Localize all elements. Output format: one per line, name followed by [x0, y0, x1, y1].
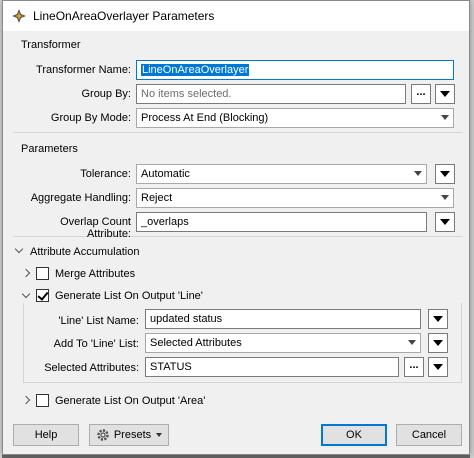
group-by-mode-value: Process At End (Blocking) — [141, 112, 269, 124]
tolerance-value: Automatic — [141, 168, 190, 180]
transformer-name-label: Transformer Name: — [36, 64, 131, 76]
gear-icon — [97, 429, 109, 441]
cancel-button[interactable]: Cancel — [396, 424, 462, 446]
transformer-name-input[interactable]: LineOnAreaOverlayer — [136, 60, 454, 80]
line-list-name-value: updated status — [150, 313, 223, 325]
chevron-down-icon — [414, 171, 422, 176]
tolerance-select[interactable]: Automatic — [136, 164, 427, 184]
collapse-chevron-icon[interactable] — [14, 244, 24, 254]
merge-attributes-checkbox[interactable] — [36, 267, 49, 280]
add-to-line-list-label: Add To 'Line' List: — [53, 338, 139, 350]
generate-area-list-label: Generate List On Output 'Area' — [55, 395, 206, 407]
background-canvas-right — [470, 0, 474, 458]
overlap-count-value: _overlaps — [141, 216, 189, 228]
group-by-menu-button[interactable] — [435, 84, 455, 104]
generate-line-list-label: Generate List On Output 'Line' — [55, 290, 203, 302]
dropdown-arrow-icon — [433, 364, 443, 370]
attribute-accumulation-label: Attribute Accumulation — [30, 246, 140, 258]
help-button[interactable]: Help — [13, 424, 79, 446]
parameters-section-label: Parameters — [21, 143, 78, 155]
ok-label: OK — [346, 429, 362, 441]
group-by-label: Group By: — [81, 88, 131, 100]
overlap-count-label: Overlap Count Attribute: — [60, 216, 131, 240]
dropdown-arrow-icon — [440, 91, 450, 97]
ellipsis-icon: ... — [409, 359, 419, 371]
tolerance-label: Tolerance: — [80, 168, 131, 180]
line-list-name-label: 'Line' List Name: — [58, 315, 139, 327]
merge-attributes-label: Merge Attributes — [55, 268, 136, 280]
ok-button[interactable]: OK — [321, 424, 387, 446]
chevron-down-icon — [441, 195, 449, 200]
aggregate-handling-select[interactable]: Reject — [136, 188, 454, 208]
group-by-placeholder: No items selected. — [141, 88, 232, 100]
selected-attributes-value: STATUS — [150, 361, 192, 373]
overlap-count-menu-button[interactable] — [435, 212, 455, 232]
cancel-label: Cancel — [411, 429, 447, 441]
fme-transformer-icon — [12, 9, 26, 23]
presets-label: Presets — [113, 429, 152, 441]
selected-attributes-menu-button[interactable] — [428, 357, 448, 377]
dropdown-arrow-icon — [440, 171, 450, 177]
selected-attributes-browse-button[interactable]: ... — [404, 357, 424, 377]
selected-attributes-input[interactable]: STATUS — [145, 357, 399, 377]
add-to-line-list-select[interactable]: Selected Attributes — [145, 333, 421, 353]
chevron-down-icon — [156, 433, 163, 437]
group-by-mode-select[interactable]: Process At End (Blocking) — [136, 108, 454, 128]
transformer-section-label: Transformer — [21, 39, 81, 51]
selected-attributes-label: Selected Attributes: — [44, 362, 139, 374]
line-list-name-menu-button[interactable] — [428, 309, 448, 329]
ellipsis-icon: ... — [416, 86, 426, 98]
help-label: Help — [34, 429, 58, 441]
dropdown-arrow-icon — [433, 340, 443, 346]
generate-line-list-checkbox[interactable] — [36, 289, 49, 302]
chevron-down-icon — [441, 115, 449, 120]
title-bar: LineOnAreaOverlayer Parameters — [3, 1, 469, 31]
presets-button[interactable]: Presets — [89, 424, 169, 446]
add-to-line-list-menu-button[interactable] — [428, 333, 448, 353]
add-to-line-list-value: Selected Attributes — [150, 337, 242, 349]
collapse-chevron-icon[interactable] — [21, 289, 31, 299]
group-by-input[interactable]: No items selected. — [136, 84, 406, 104]
dropdown-arrow-icon — [440, 219, 450, 225]
generate-area-list-checkbox[interactable] — [36, 394, 49, 407]
tolerance-menu-button[interactable] — [435, 164, 455, 184]
aggregate-handling-value: Reject — [141, 192, 173, 204]
expand-chevron-icon[interactable] — [21, 268, 31, 278]
overlap-count-input[interactable]: _overlaps — [136, 212, 427, 232]
transformer-name-value: LineOnAreaOverlayer — [141, 64, 250, 76]
chevron-down-icon — [408, 340, 416, 345]
window-title: LineOnAreaOverlayer Parameters — [33, 9, 215, 23]
parameters-dialog: LineOnAreaOverlayer Parameters Transform… — [2, 0, 470, 455]
line-list-name-input[interactable]: updated status — [145, 309, 421, 329]
expand-chevron-icon[interactable] — [21, 395, 31, 405]
aggregate-handling-label: Aggregate Handling: — [30, 192, 131, 204]
group-by-mode-label: Group By Mode: — [50, 112, 131, 124]
group-by-browse-button[interactable]: ... — [411, 84, 431, 104]
dropdown-arrow-icon — [433, 316, 443, 322]
